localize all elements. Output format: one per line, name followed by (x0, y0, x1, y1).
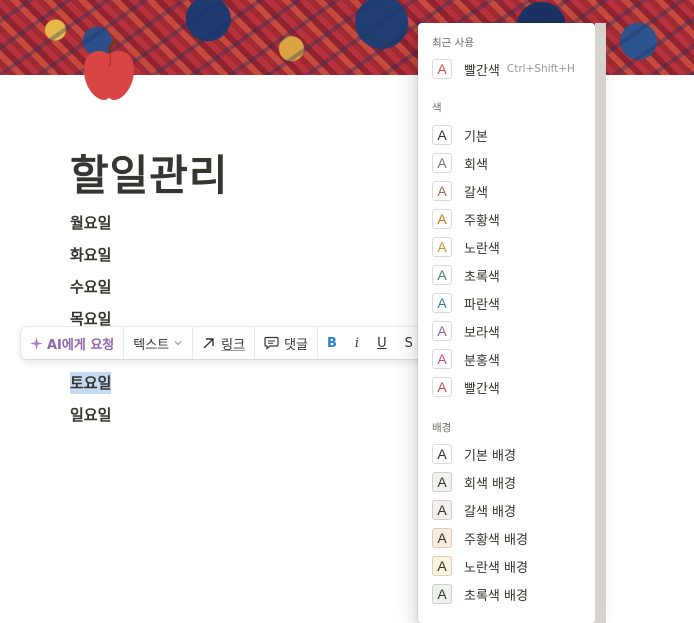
comment-label: 댓글 (284, 337, 308, 353)
text-color-option[interactable]: A 노란색 (428, 234, 588, 260)
color-section-label: 색 (432, 102, 442, 114)
comment-icon (264, 336, 279, 350)
text-color-label: 주황색 (464, 213, 500, 229)
day-item[interactable]: 토요일 (70, 372, 112, 394)
text-color-swatch: A (432, 125, 452, 145)
text-color-swatch: A (432, 293, 452, 313)
background-color-option[interactable]: A 주황색 배경 (428, 525, 588, 551)
background-color-label: 노란색 배경 (464, 560, 528, 576)
recent-color-red[interactable]: A 빨간색 Ctrl+Shift+H (428, 56, 588, 82)
text-color-option[interactable]: A 기본 (428, 122, 588, 148)
text-color-swatch: A (432, 181, 452, 201)
background-color-swatch: A (432, 500, 452, 520)
background-color-swatch: A (432, 584, 452, 604)
text-color-option[interactable]: A 빨간색 (428, 374, 588, 400)
text-color-swatch: A (432, 321, 452, 341)
background-color-label: 초록색 배경 (464, 588, 528, 604)
link-label: 링크 (221, 337, 246, 353)
text-color-swatch: A (432, 153, 452, 173)
text-color-label: 분홍색 (464, 353, 500, 369)
apple-icon[interactable] (80, 39, 138, 102)
text-color-option[interactable]: A 주황색 (428, 206, 588, 232)
chevron-down-icon (174, 341, 182, 346)
text-color-label: 보라색 (464, 325, 500, 341)
text-color-option[interactable]: A 파란색 (428, 290, 588, 316)
arrow-up-right-icon (203, 337, 214, 348)
bold-button[interactable]: B (318, 327, 346, 359)
text-color-label: 회색 (464, 157, 488, 173)
recent-color-label: 빨간색 (464, 63, 500, 79)
italic-button[interactable]: i (346, 327, 368, 359)
text-color-swatch: A (432, 377, 452, 397)
text-color-label: 노란색 (464, 241, 500, 257)
background-color-swatch: A (432, 556, 452, 576)
background-color-swatch: A (432, 528, 452, 548)
background-color-label: 회색 배경 (464, 476, 516, 492)
day-item[interactable]: 수요일 (70, 276, 111, 298)
text-color-option[interactable]: A 갈색 (428, 178, 588, 204)
day-item[interactable]: 일요일 (70, 404, 111, 426)
ask-ai-label: AI에게 요청 (47, 337, 115, 353)
shortcut-hint: Ctrl+Shift+H (506, 63, 575, 75)
background-color-label: 주황색 배경 (464, 532, 528, 548)
text-color-option[interactable]: A 회색 (428, 150, 588, 176)
format-toolbar: AI에게 요청 텍스트 링크 댓글 B i U S (21, 327, 441, 359)
background-color-option[interactable]: A 노란색 배경 (428, 553, 588, 579)
background-color-swatch: A (432, 444, 452, 464)
background-color-option[interactable]: A 갈색 배경 (428, 497, 588, 523)
background-color-option[interactable]: A 초록색 배경 (428, 581, 588, 607)
ask-ai-button[interactable]: AI에게 요청 (21, 327, 125, 359)
text-color-label: 초록색 (464, 269, 500, 285)
sparkle-icon (30, 336, 43, 350)
turn-into-dropdown[interactable]: 텍스트 (124, 327, 194, 359)
text-color-option[interactable]: A 보라색 (428, 318, 588, 344)
underline-button[interactable]: U (368, 327, 396, 359)
day-item[interactable]: 월요일 (70, 212, 111, 234)
text-color-option[interactable]: A 초록색 (428, 262, 588, 288)
text-color-option[interactable]: A 분홍색 (428, 346, 588, 372)
background-color-option[interactable]: A 기본 배경 (428, 441, 588, 467)
text-color-label: 파란색 (464, 297, 500, 313)
background-color-label: 갈색 배경 (464, 504, 516, 520)
menu-scrollbar[interactable] (595, 23, 606, 623)
text-color-label: 기본 (464, 129, 488, 145)
color-menu: 최근 사용 A 빨간색 Ctrl+Shift+H 색 A 기본 A 회색 A 갈색 A 주황색… (418, 23, 595, 623)
comment-button[interactable]: 댓글 (255, 327, 318, 359)
text-color-label: 빨간색 (464, 381, 500, 397)
day-item[interactable]: 화요일 (70, 244, 111, 266)
background-section-label: 배경 (432, 422, 452, 434)
recent-section-label: 최근 사용 (432, 37, 474, 49)
text-color-label: 갈색 (464, 185, 488, 201)
background-color-option[interactable]: A 회색 배경 (428, 469, 588, 495)
link-button[interactable]: 링크 (193, 327, 256, 359)
background-color-swatch: A (432, 472, 452, 492)
page-title[interactable]: 할일관리 (70, 150, 229, 202)
text-color-swatch: A (432, 209, 452, 229)
text-color-swatch: A (432, 265, 452, 285)
text-color-swatch: A (432, 237, 452, 257)
turn-into-label: 텍스트 (133, 337, 170, 353)
background-color-label: 기본 배경 (464, 448, 516, 464)
text-color-swatch: A (432, 59, 452, 79)
text-color-swatch: A (432, 349, 452, 369)
